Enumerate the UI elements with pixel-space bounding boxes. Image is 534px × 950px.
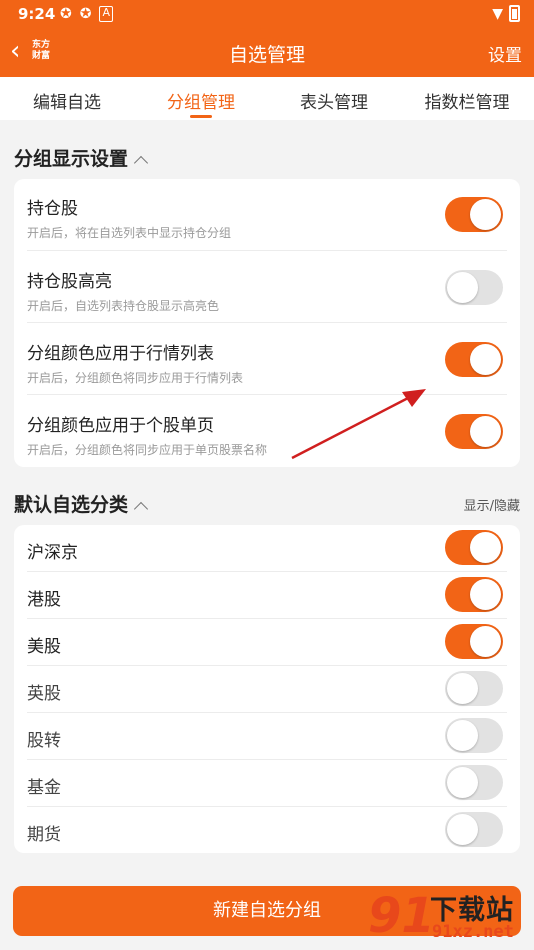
category-row: 沪深京 [14,525,520,572]
category-row: 美股 [14,619,520,666]
category-row: 期货 [14,807,520,853]
group-display-title: 分组显示设置 [14,148,129,170]
status-bar: 9:24 ✪ ✪ A ▼ [0,0,534,28]
toggle-switch-category[interactable] [445,718,503,753]
category-row: 基金 [14,760,520,807]
notification-a-icon: A [99,6,113,22]
setting-label: 分组颜色应用于行情列表 [27,344,214,364]
toggle-switch-category[interactable] [445,530,503,565]
setting-row-holdings: 持仓股 开启后，将在自选列表中显示持仓分组 [14,179,520,251]
group-display-section-header[interactable]: 分组显示设置 [14,144,149,171]
toggle-knob [447,814,478,845]
page-title: 自选管理 [228,44,305,66]
toggle-switch-category[interactable] [445,624,503,659]
status-time: 9:24 [18,5,56,23]
tab-bar: 编辑自选 分组管理 表头管理 指数栏管理 [0,77,534,120]
toggle-knob [470,199,501,230]
toggle-knob [447,720,478,751]
toggle-knob [470,532,501,563]
category-label: 基金 [27,778,61,798]
toggle-knob [470,579,501,610]
nav-bar: ‹ 东方 财富 自选管理 设置 [0,28,534,77]
chevron-up-icon [133,501,149,517]
setting-row-group-color-stock-page: 分组颜色应用于个股单页 开启后，分组颜色将同步应用于单页股票名称 [14,395,520,467]
toggle-switch-group-color-quote-list[interactable] [445,342,503,377]
toggle-knob [470,344,501,375]
toggle-switch-holdings[interactable] [445,197,503,232]
battery-icon [509,5,520,22]
tab-group-management[interactable]: 分组管理 [136,88,266,113]
active-tab-indicator [190,115,212,118]
toggle-switch-holdings-highlight[interactable] [445,270,503,305]
toggle-switch-group-color-stock-page[interactable] [445,414,503,449]
watermark-number: 91 [368,888,435,944]
chevron-up-icon [133,155,149,171]
toggle-knob [447,767,478,798]
tab-edit-watchlist[interactable]: 编辑自选 [2,88,132,113]
toggle-switch-category[interactable] [445,765,503,800]
category-label: 股转 [27,731,61,751]
watermark-url: 91xz.net [432,922,514,942]
category-label: 沪深京 [27,543,78,563]
app-icon-2: ✪ [79,6,92,22]
category-row: 股转 [14,713,520,760]
setting-row-holdings-highlight: 持仓股高亮 开启后，自选列表持仓股显示高亮色 [14,251,520,323]
setting-label: 分组颜色应用于个股单页 [27,416,214,436]
tab-header-management[interactable]: 表头管理 [269,88,399,113]
toggle-knob [447,272,478,303]
setting-desc: 开启后，分组颜色将同步应用于行情列表 [27,371,244,385]
category-label: 期货 [27,825,61,845]
category-label: 英股 [27,684,61,704]
setting-row-group-color-quote-list: 分组颜色应用于行情列表 开启后，分组颜色将同步应用于行情列表 [14,323,520,395]
toggle-knob [470,626,501,657]
watermark-logo: 91 下载站 91xz.net [368,886,528,948]
toggle-knob [470,416,501,447]
settings-button[interactable]: 设置 [488,41,522,66]
tab-index-bar-management[interactable]: 指数栏管理 [402,88,532,113]
default-categories-section-header[interactable]: 默认自选分类 [14,490,149,517]
app-icon-1: ✪ [60,6,72,22]
toggle-knob [447,673,478,704]
setting-desc: 开启后，分组颜色将同步应用于单页股票名称 [27,443,268,457]
default-categories-card: 沪深京 港股 美股 英股 股转 基金 期货 [14,525,520,853]
show-hide-label: 显示/隐藏 [463,499,520,514]
category-row: 港股 [14,572,520,619]
toggle-switch-category[interactable] [445,671,503,706]
default-categories-title: 默认自选分类 [14,494,129,516]
category-label: 港股 [27,590,61,610]
setting-desc: 开启后，自选列表持仓股显示高亮色 [27,299,220,313]
toggle-switch-category[interactable] [445,812,503,847]
wifi-icon: ▼ [492,5,503,22]
group-display-card: 持仓股 开启后，将在自选列表中显示持仓分组 持仓股高亮 开启后，自选列表持仓股显… [14,179,520,467]
setting-label: 持仓股 [27,199,78,219]
toggle-switch-category[interactable] [445,577,503,612]
category-row: 英股 [14,666,520,713]
category-label: 美股 [27,637,61,657]
setting-label: 持仓股高亮 [27,272,112,292]
setting-desc: 开启后，将在自选列表中显示持仓分组 [27,226,232,240]
